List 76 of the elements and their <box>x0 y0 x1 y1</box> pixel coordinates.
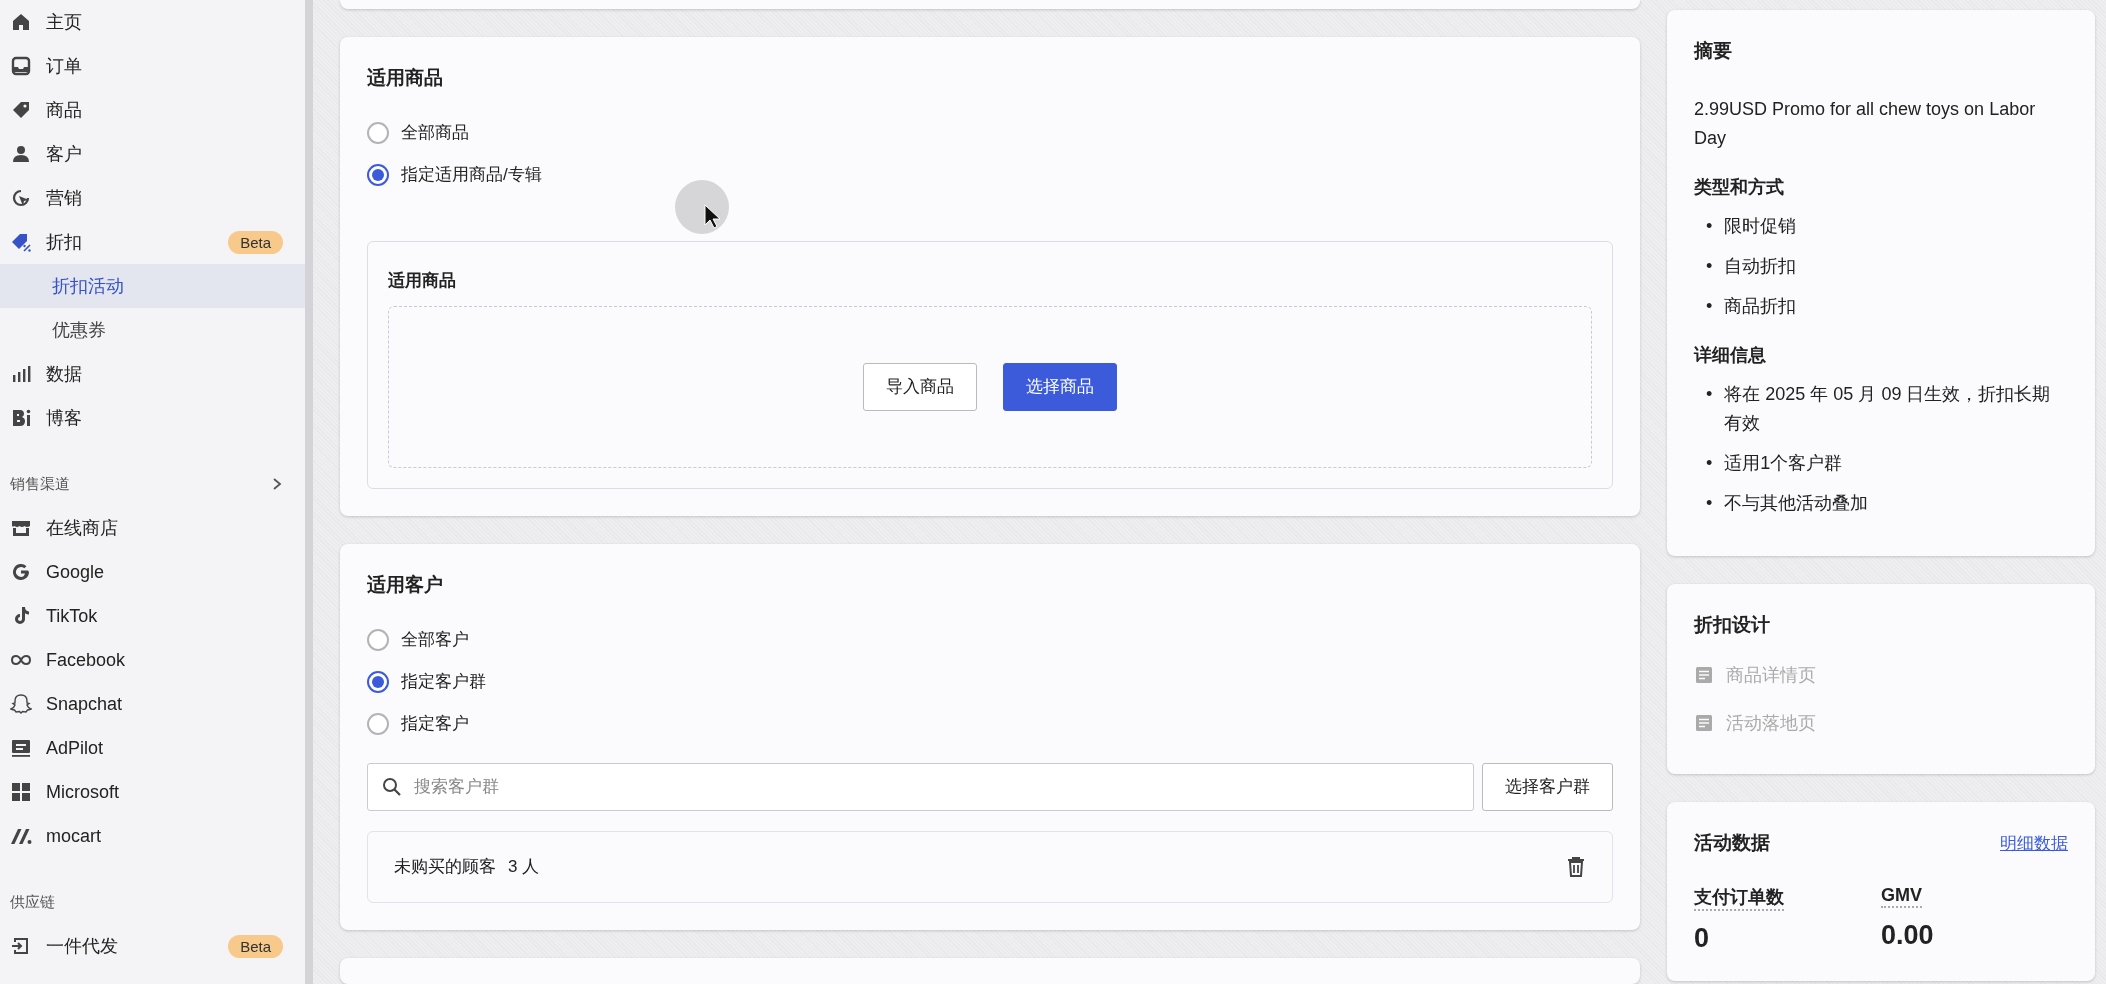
summary-bullet: • 适用1个客户群 <box>1706 452 1844 475</box>
radio-button[interactable] <box>367 712 389 735</box>
group-count: 3 人 <box>508 856 541 879</box>
summary-heading: 类型和方式 <box>1694 176 1785 199</box>
select-products-button[interactable]: 选择商品 <box>1003 362 1117 411</box>
sidebar-item[interactable]: 折扣活动 <box>0 264 305 308</box>
document-icon <box>1694 665 1714 685</box>
beta-badge: Beta <box>228 230 283 254</box>
person-icon <box>10 143 32 165</box>
card-title: 适用商品 <box>367 65 444 90</box>
four-squares-icon <box>10 781 32 803</box>
import-products-button[interactable]: 导入商品 <box>863 362 977 411</box>
radio-button[interactable] <box>367 670 389 693</box>
section-header: 销售渠道 <box>10 474 70 494</box>
panel-title: 适用商品 <box>388 269 457 292</box>
blog-icon <box>10 407 32 429</box>
card-title: 活动数据 <box>1694 831 1770 855</box>
metric-label: GMV <box>1881 885 1922 908</box>
ghost-icon <box>10 693 32 715</box>
radio-label: 全部客户 <box>401 629 469 652</box>
radio-label: 指定客户群 <box>401 671 486 694</box>
target-cursor-icon <box>10 187 32 209</box>
sidebar-item[interactable]: 客户 <box>0 132 305 176</box>
sidebar-item[interactable]: 折扣 Beta <box>0 220 305 264</box>
sidebar-item[interactable]: 商品 <box>0 88 305 132</box>
bar-chart-icon <box>10 363 32 385</box>
summary-heading: 详细信息 <box>1694 344 1767 367</box>
ad-screen-icon <box>10 737 32 759</box>
summary-bullet: • 不与其他活动叠加 <box>1706 492 1870 515</box>
chevron-right-icon[interactable] <box>271 477 283 491</box>
section-header: 供应链 <box>10 892 55 912</box>
sidebar-item[interactable]: 营销 <box>0 176 305 220</box>
sidebar-item[interactable]: 主页 <box>0 0 305 44</box>
card-title: 适用客户 <box>367 572 444 597</box>
metric-value: 0 <box>1694 923 1711 954</box>
card-title: 摘要 <box>1694 39 1733 63</box>
cursor-icon <box>673 178 731 236</box>
search-icon <box>382 776 402 797</box>
radio-button[interactable] <box>367 163 389 186</box>
metric-value: 0.00 <box>1881 920 1935 951</box>
summary-bullet: • 自动折扣 <box>1706 255 1798 278</box>
sidebar-item[interactable]: Snapchat <box>0 682 305 726</box>
home-icon <box>10 11 32 33</box>
select-group-button[interactable]: 选择客户群 <box>1482 762 1613 811</box>
summary-bullet: • 限时促销 <box>1706 215 1798 238</box>
radio-button[interactable] <box>367 121 389 144</box>
metric-label: 支付订单数 <box>1694 885 1784 911</box>
sidebar-item[interactable]: 订单 <box>0 44 305 88</box>
trash-icon[interactable] <box>1566 855 1586 878</box>
tray-icon <box>10 55 32 77</box>
radio-label: 指定适用商品/专辑 <box>401 164 542 187</box>
sidebar-item[interactable]: 数据 <box>0 352 305 396</box>
sidebar-item[interactable]: Microsoft <box>0 770 305 814</box>
sidebar-item[interactable]: 在线商店 <box>0 506 305 550</box>
discount-tag-icon <box>10 231 32 253</box>
search-field[interactable]: 搜索客户群 <box>367 762 1474 811</box>
group-name: 未购买的顾客 <box>394 856 496 879</box>
document-icon <box>1694 713 1714 733</box>
summary-bullet: • 将在 2025 年 05 月 09 日生效，折扣长期有效 <box>1706 383 2052 435</box>
sidebar-item[interactable]: 博客 <box>0 396 305 440</box>
beta-badge: Beta <box>228 934 283 958</box>
sidebar-item[interactable]: AdPilot <box>0 726 305 770</box>
radio-button[interactable] <box>367 628 389 651</box>
summary-description: 2.99USD Promo for all chew toys on Labor Day <box>1694 98 2037 150</box>
sidebar-item[interactable]: 一件代发 Beta <box>0 924 305 968</box>
google-g-icon <box>10 561 32 583</box>
radio-label: 全部商品 <box>401 122 469 145</box>
sidebar-item[interactable]: Google <box>0 550 305 594</box>
sidebar-item[interactable]: Facebook <box>0 638 305 682</box>
card-title: 折扣设计 <box>1694 613 1771 637</box>
radio-label: 指定客户 <box>401 713 469 736</box>
details-link[interactable]: 明细数据 <box>2000 831 2068 855</box>
summary-bullet: • 商品折扣 <box>1706 295 1798 318</box>
sidebar-item[interactable]: TikTok <box>0 594 305 638</box>
sidebar-item[interactable]: mocart <box>0 814 305 858</box>
sidebar-item[interactable]: 优惠券 <box>0 308 305 352</box>
